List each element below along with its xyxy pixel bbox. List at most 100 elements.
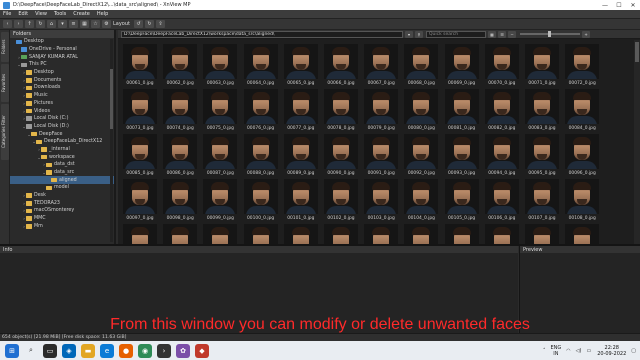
folder-tree-item[interactable]: › Pictures bbox=[10, 100, 114, 108]
thumbnail-item[interactable]: 00073_0.jpg bbox=[120, 85, 160, 134]
path-input[interactable]: D:\DeepFace\DeepFaceLab_DirectX12\worksp… bbox=[121, 30, 403, 38]
thumbnail-item[interactable]: 00061_0.jpg bbox=[120, 40, 160, 89]
thumbnail-item[interactable] bbox=[401, 220, 441, 244]
firefox-icon[interactable]: ● bbox=[119, 343, 133, 358]
folder-tree-item[interactable]: OneDrive - Personal bbox=[10, 46, 114, 54]
folder-tree-item[interactable]: aligned bbox=[10, 176, 114, 185]
battery-icon[interactable]: ▭ bbox=[586, 348, 591, 354]
folder-tree-item[interactable]: ⌄ Local Disk (D:) bbox=[10, 123, 114, 131]
folder-tree-item[interactable]: ⌄ This PC bbox=[10, 61, 114, 69]
thumbnail-item[interactable]: 00071_0.jpg bbox=[522, 40, 562, 89]
thumbnail-item[interactable]: 00107_0.jpg bbox=[522, 175, 562, 224]
thumbnail-item[interactable]: 00092_0.jpg bbox=[401, 130, 441, 179]
thumbnail-item[interactable]: 00078_0.jpg bbox=[321, 85, 361, 134]
quick-search-input[interactable]: Quick search bbox=[426, 30, 486, 38]
close-button[interactable]: ✕ bbox=[626, 0, 640, 10]
volume-icon[interactable]: ◁) bbox=[576, 348, 582, 354]
thumbnail-scrollbar[interactable] bbox=[634, 40, 640, 244]
thumbnail-item[interactable]: 00095_0.jpg bbox=[522, 130, 562, 179]
thumbnail-item[interactable]: 00066_0.jpg bbox=[321, 40, 361, 89]
thumbnail-item[interactable]: 00096_0.jpg bbox=[562, 130, 602, 179]
path-dropdown-icon[interactable]: ▾ bbox=[405, 30, 413, 38]
thumbnail-item[interactable] bbox=[160, 220, 200, 244]
thumbnail-item[interactable]: 00075_0.jpg bbox=[200, 85, 240, 134]
thumbnail-item[interactable]: 00088_0.jpg bbox=[241, 130, 281, 179]
search-icon[interactable]: ⌕ bbox=[24, 344, 38, 358]
refresh-icon[interactable]: ↻ bbox=[36, 20, 45, 28]
sort-icon[interactable]: ≡ bbox=[69, 20, 78, 28]
thumbnail-item[interactable]: 00086_0.jpg bbox=[160, 130, 200, 179]
thumbnail-item[interactable]: 00067_0.jpg bbox=[361, 40, 401, 89]
terminal-icon[interactable]: › bbox=[157, 343, 171, 358]
folder-tree-item[interactable]: › Mm bbox=[10, 223, 114, 231]
share-icon[interactable]: ⇪ bbox=[156, 20, 165, 28]
back-icon[interactable]: ‹ bbox=[3, 20, 12, 28]
thumbnail-item[interactable]: 00102_0.jpg bbox=[321, 175, 361, 224]
menu-file[interactable]: File bbox=[3, 11, 11, 17]
thumbnail-item[interactable] bbox=[361, 220, 401, 244]
thumbnail-item[interactable]: 00077_0.jpg bbox=[281, 85, 321, 134]
folder-tree-item[interactable]: › Desktop bbox=[10, 69, 114, 77]
folder-tree-item[interactable]: Desktop bbox=[10, 38, 114, 46]
thumbnail-item[interactable]: 00064_0.jpg bbox=[241, 40, 281, 89]
rotate-left-icon[interactable]: ↺ bbox=[134, 20, 143, 28]
folder-tree-item[interactable]: › data_dst bbox=[10, 161, 114, 169]
list-view-icon[interactable]: ☰ bbox=[498, 30, 506, 38]
folder-tree-item[interactable]: model bbox=[10, 184, 114, 192]
thumbnail-size-slider[interactable] bbox=[520, 31, 580, 37]
folder-tree-item[interactable]: › Downloads bbox=[10, 84, 114, 92]
chevron-up-icon[interactable]: ˄ bbox=[543, 348, 546, 354]
thumbnail-item[interactable]: 00065_0.jpg bbox=[281, 40, 321, 89]
thumbnail-item[interactable]: 00070_0.jpg bbox=[482, 40, 522, 89]
menu-edit[interactable]: Edit bbox=[18, 11, 28, 17]
folder-tree-item[interactable]: ⌄ data_src bbox=[10, 169, 114, 177]
thumbnail-item[interactable]: 00087_0.jpg bbox=[200, 130, 240, 179]
up-icon[interactable]: ↑ bbox=[25, 20, 34, 28]
thumbnail-item[interactable]: 00079_0.jpg bbox=[361, 85, 401, 134]
thumbnail-item[interactable]: 00091_0.jpg bbox=[361, 130, 401, 179]
forward-icon[interactable]: › bbox=[14, 20, 23, 28]
edge-icon[interactable]: e bbox=[100, 343, 114, 358]
folder-tree-item[interactable]: › TEDORA23 bbox=[10, 199, 114, 207]
folder-tree-item[interactable]: › Documents bbox=[10, 76, 114, 84]
menu-create[interactable]: Create bbox=[73, 11, 90, 17]
settings-icon[interactable]: ⚙ bbox=[102, 20, 111, 28]
tab-favorites[interactable]: Favorites bbox=[1, 64, 9, 102]
star-icon[interactable]: ☆ bbox=[91, 20, 100, 28]
zoom-in-icon[interactable]: + bbox=[582, 30, 590, 38]
thumbnail-item[interactable]: 00093_0.jpg bbox=[442, 130, 482, 179]
thumbnail-item[interactable] bbox=[522, 220, 562, 244]
thumbnail-item[interactable] bbox=[281, 220, 321, 244]
thumbnail-item[interactable]: 00084_0.jpg bbox=[562, 85, 602, 134]
menu-tools[interactable]: Tools bbox=[54, 11, 66, 17]
menu-view[interactable]: View bbox=[35, 11, 47, 17]
grid-view-icon[interactable]: ▦ bbox=[488, 30, 496, 38]
thumbnail-item[interactable] bbox=[120, 220, 160, 244]
thumbnail-item[interactable] bbox=[442, 220, 482, 244]
layout-dropdown[interactable]: Layout bbox=[113, 21, 130, 27]
thumbnail-item[interactable] bbox=[321, 220, 361, 244]
vscode-icon[interactable]: ◈ bbox=[62, 343, 76, 358]
thumbnail-item[interactable]: 00069_0.jpg bbox=[442, 40, 482, 89]
filter-icon[interactable]: ▾ bbox=[58, 20, 67, 28]
view-icon[interactable]: ▦ bbox=[80, 20, 89, 28]
home-icon[interactable]: ⌂ bbox=[47, 20, 56, 28]
thumbnail-item[interactable] bbox=[482, 220, 522, 244]
rotate-right-icon[interactable]: ↻ bbox=[145, 20, 154, 28]
thumbnail-item[interactable]: 00062_0.jpg bbox=[160, 40, 200, 89]
notification-icon[interactable]: ▢ bbox=[631, 348, 636, 354]
folder-tree-item[interactable]: › macOSmonterey bbox=[10, 207, 114, 215]
thumbnail-item[interactable]: 00094_0.jpg bbox=[482, 130, 522, 179]
folder-tree-scrollbar[interactable] bbox=[110, 39, 113, 242]
thumbnail-item[interactable]: 00103_0.jpg bbox=[361, 175, 401, 224]
folder-tree-item[interactable]: ⌄ workspace bbox=[10, 153, 114, 161]
thumbnail-item[interactable]: 00068_0.jpg bbox=[401, 40, 441, 89]
tab-categories-filter[interactable]: Categories Filter bbox=[1, 104, 9, 160]
folder-tree-item[interactable]: › Music bbox=[10, 92, 114, 100]
thumbnail-item[interactable] bbox=[200, 220, 240, 244]
slider-knob[interactable] bbox=[548, 31, 551, 37]
thumbnail-item[interactable]: 00097_0.jpg bbox=[120, 175, 160, 224]
folder-tree-item[interactable]: › Desk bbox=[10, 192, 114, 200]
task-view-icon[interactable]: ▭ bbox=[43, 343, 57, 358]
filter-funnel-icon[interactable]: ⚲ bbox=[415, 30, 423, 38]
